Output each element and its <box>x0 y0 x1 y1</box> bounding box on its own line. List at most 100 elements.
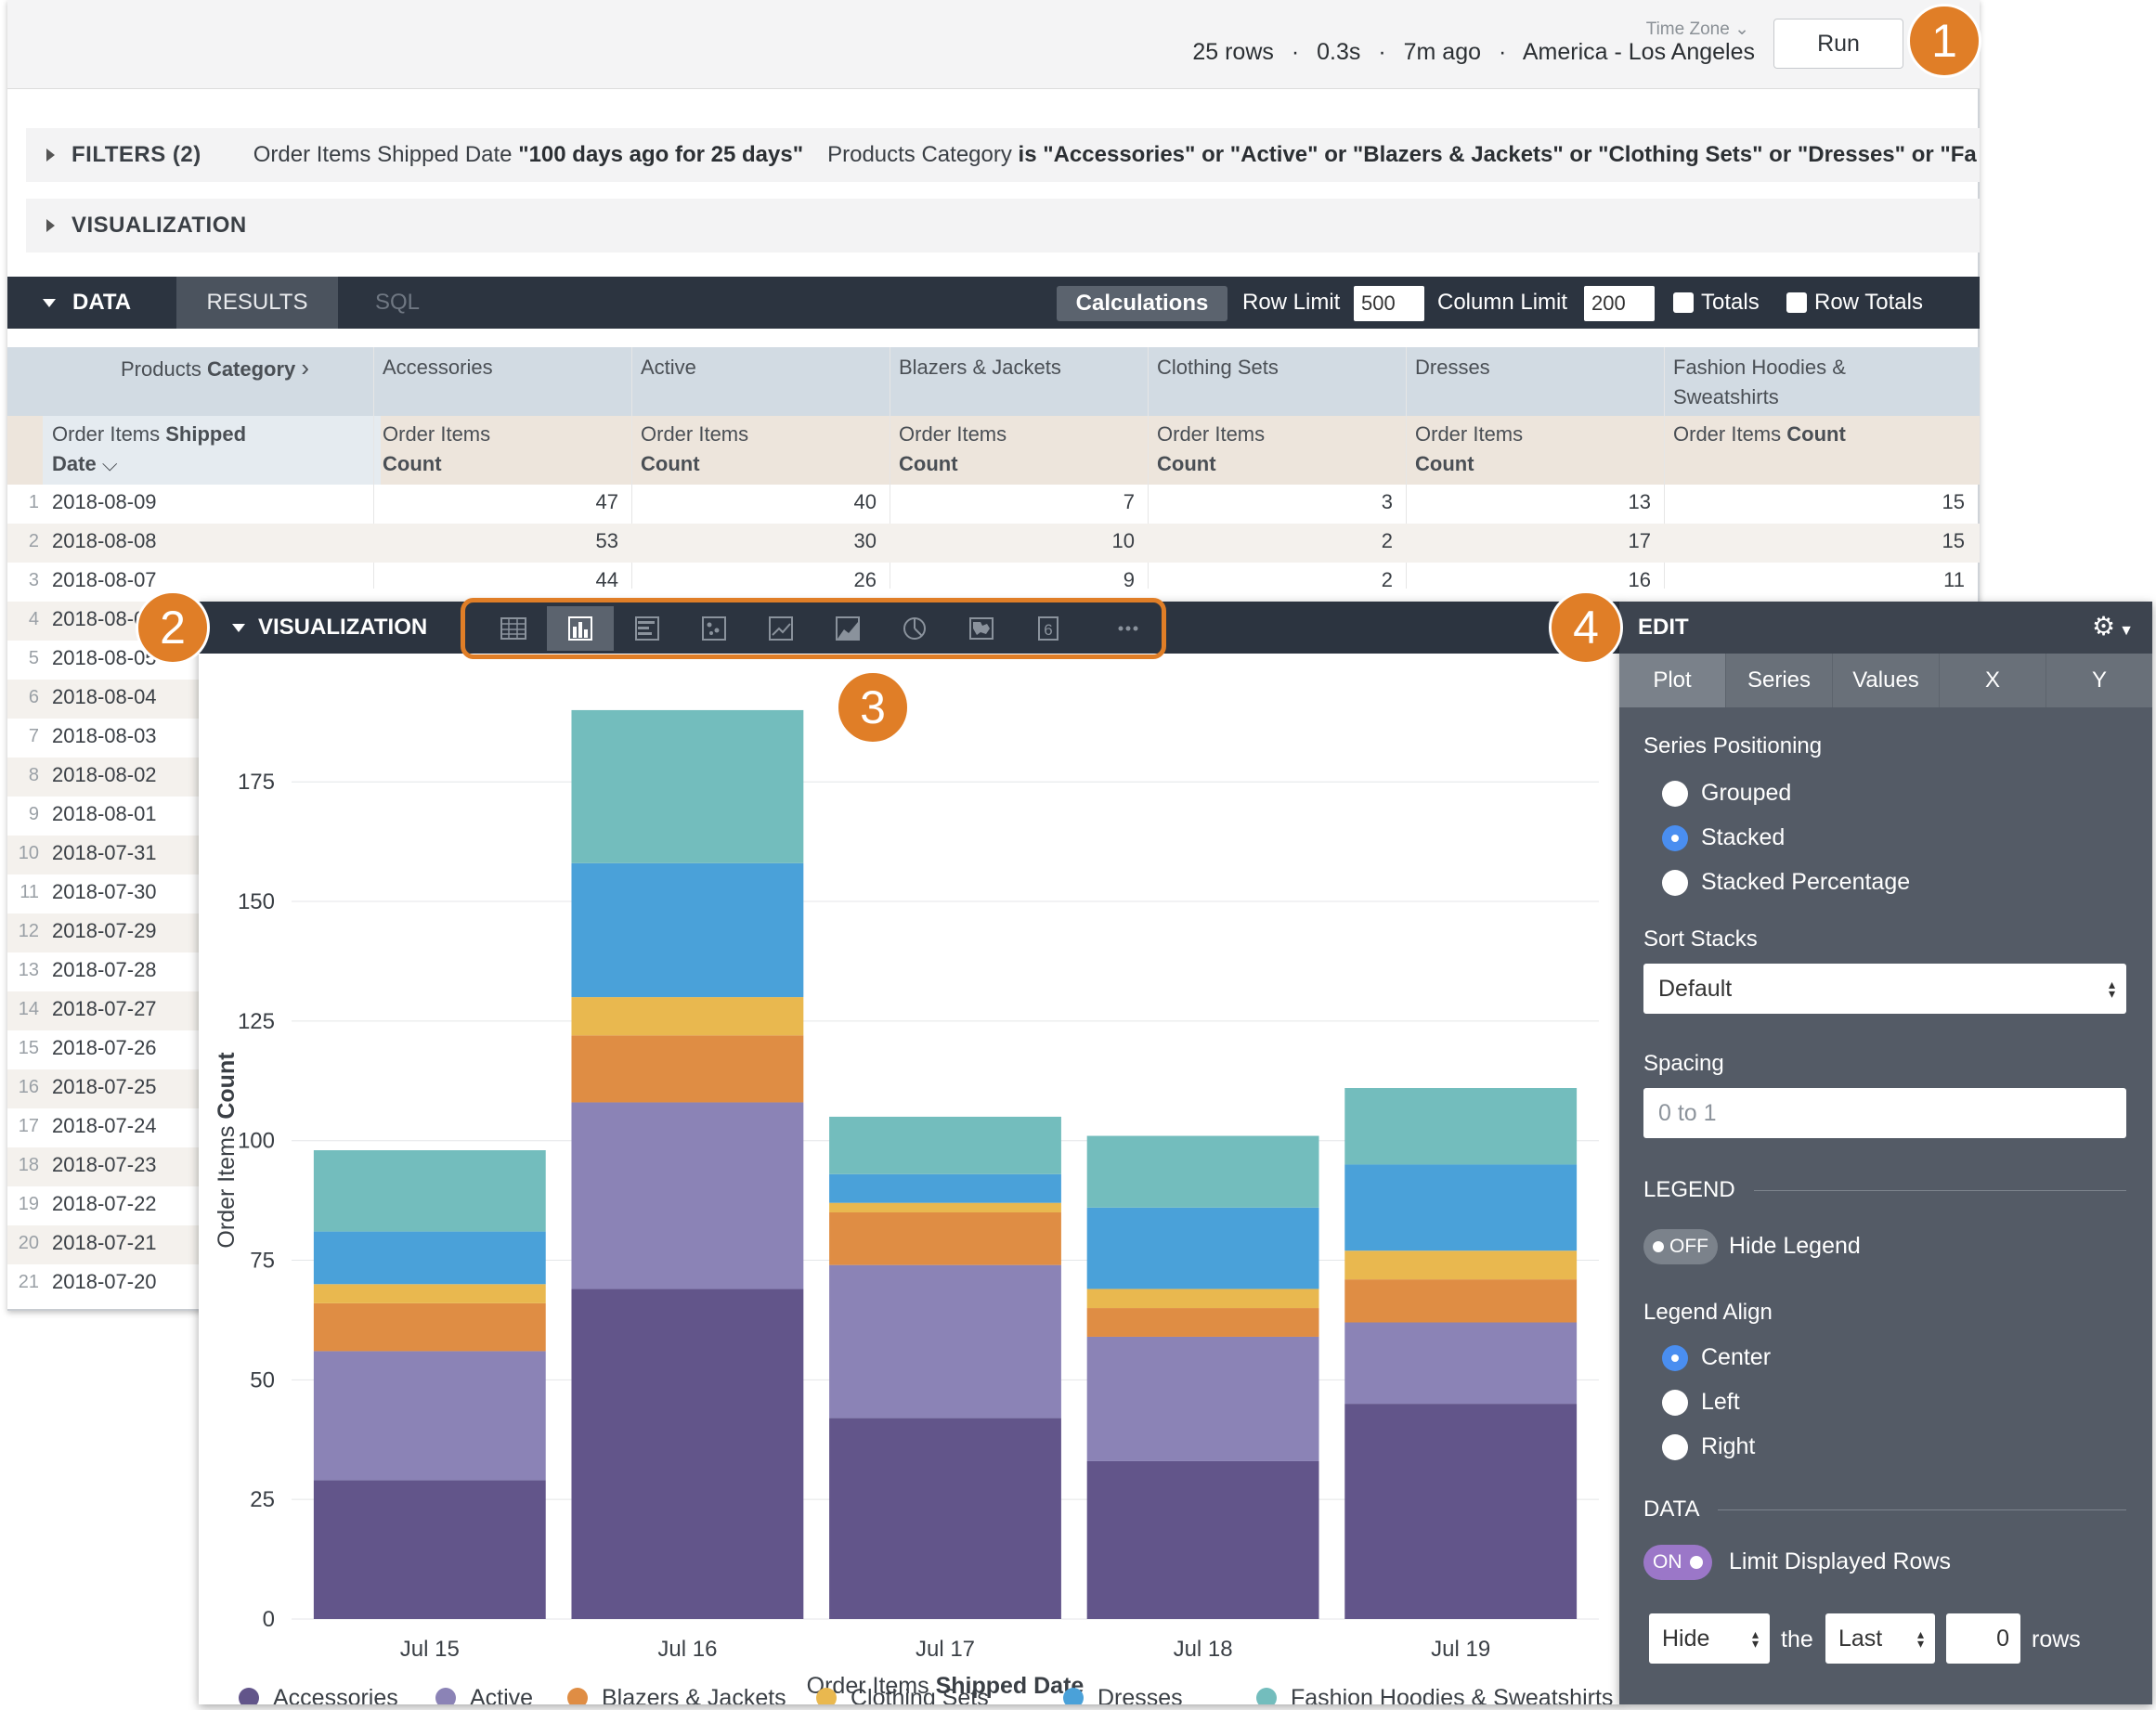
dimension-header[interactable]: Order Items Shipped Date ⌵ <box>52 420 246 479</box>
y-tick-label: 50 <box>250 1367 275 1393</box>
tab-results[interactable]: RESULTS <box>176 277 338 329</box>
tab-values[interactable]: Values <box>1833 654 1940 707</box>
legend-swatch <box>435 1688 456 1704</box>
row-date: 2018-07-26 <box>52 1036 157 1059</box>
y-tick-label: 0 <box>263 1607 275 1632</box>
first-last-select[interactable]: Last ▴ ▾ <box>1825 1613 1935 1664</box>
visualization-toggle[interactable]: VISUALIZATION <box>214 602 427 654</box>
hide-legend-label: Hide Legend <box>1729 1233 1861 1259</box>
column-chart-icon[interactable] <box>547 606 614 651</box>
table-icon[interactable] <box>480 606 547 651</box>
bar-chart-icon[interactable] <box>614 606 681 651</box>
x-tick-label: Jul 18 <box>1174 1637 1233 1662</box>
step-badge-1: 1 <box>1907 4 1981 78</box>
spacing-input[interactable]: 0 to 1 <box>1643 1088 2126 1138</box>
filter-2[interactable]: Products Category is "Accessories" or "A… <box>827 142 1977 168</box>
count-cell: 40 <box>853 490 877 513</box>
area-chart-icon[interactable] <box>814 606 881 651</box>
gear-icon[interactable]: ⚙ ▼ <box>2092 611 2134 641</box>
row-number: 9 <box>28 804 39 824</box>
measure-header[interactable]: Order Items Count <box>383 420 490 479</box>
x-tick-label: Jul 17 <box>916 1637 975 1662</box>
filter-1[interactable]: Order Items Shipped Date "100 days ago f… <box>253 142 803 168</box>
pivot-header[interactable]: Products Category › <box>121 353 309 384</box>
the-label: the <box>1781 1626 1813 1652</box>
measure-header[interactable]: Order Items Count <box>641 420 748 479</box>
edit-tabs: Plot Series Values X Y <box>1619 654 2152 707</box>
calculations-button[interactable]: Calculations <box>1057 286 1227 321</box>
tab-plot[interactable]: Plot <box>1619 654 1726 707</box>
count-cell: 11 <box>1943 568 1965 591</box>
measure-header[interactable]: Order Items Count <box>1415 420 1523 479</box>
hide-legend-toggle[interactable]: OFF <box>1643 1229 1718 1264</box>
bar-segment <box>1344 1404 1578 1619</box>
pie-chart-icon[interactable] <box>881 606 948 651</box>
hide-show-select[interactable]: Hide ▴ ▾ <box>1649 1613 1770 1664</box>
bar-segment <box>313 1231 546 1285</box>
measure-header[interactable]: Order Items Count <box>1673 420 1846 449</box>
tab-series[interactable]: Series <box>1726 654 1833 707</box>
bar-segment <box>1344 1088 1578 1165</box>
bar-segment <box>313 1480 546 1619</box>
radio-grouped[interactable]: Grouped <box>1662 780 1791 807</box>
category-header[interactable]: Blazers & Jackets <box>899 353 1061 382</box>
legend-swatch <box>239 1688 259 1704</box>
row-totals-checkbox[interactable] <box>1786 292 1807 313</box>
table-row: 3 2018-08-07 44 26 9 2 16 11 <box>7 563 1980 602</box>
x-tick-label: Jul 15 <box>400 1637 460 1662</box>
totals-checkbox[interactable] <box>1673 292 1694 313</box>
filters-section[interactable]: FILTERS (2) Order Items Shipped Date "10… <box>26 128 1980 182</box>
radio-left[interactable]: Left <box>1662 1389 1740 1416</box>
row-number: 20 <box>18 1233 39 1253</box>
scatter-icon[interactable] <box>681 606 747 651</box>
timezone-dropdown-label[interactable]: Time Zone ⌄ <box>1646 19 1749 40</box>
tab-x[interactable]: X <box>1940 654 2046 707</box>
count-cell: 17 <box>1628 529 1651 552</box>
measure-header[interactable]: Order Items Count <box>1157 420 1265 479</box>
row-date: 2018-08-05 <box>52 646 157 669</box>
single-value-icon[interactable]: 6 <box>1015 606 1082 651</box>
bar-segment <box>829 1202 1061 1212</box>
bar-segment <box>571 1035 804 1103</box>
caret-down-icon <box>43 298 56 307</box>
column-limit-input[interactable]: 200 <box>1584 286 1655 321</box>
radio-center[interactable]: Center <box>1662 1344 1771 1371</box>
limit-rows-label: Limit Displayed Rows <box>1729 1548 1951 1574</box>
rows-count-input[interactable]: 0 <box>1946 1613 2020 1664</box>
map-icon[interactable] <box>948 606 1015 651</box>
sort-stacks-select[interactable]: Default ▴ ▾ <box>1643 964 2126 1014</box>
bar-segment <box>1086 1460 1319 1619</box>
category-header[interactable]: Clothing Sets <box>1157 353 1279 382</box>
y-tick-label: 100 <box>238 1129 275 1154</box>
count-cell: 15 <box>1942 490 1965 513</box>
radio-stacked-percentage[interactable]: Stacked Percentage <box>1662 869 1910 896</box>
tab-y[interactable]: Y <box>2046 654 2152 707</box>
column-limit-label: Column Limit <box>1437 290 1568 315</box>
row-date: 2018-07-31 <box>52 841 157 864</box>
row-date: 2018-07-24 <box>52 1114 157 1137</box>
tab-sql[interactable]: SQL <box>375 277 420 329</box>
bar-segment <box>571 997 804 1036</box>
line-chart-icon[interactable] <box>747 606 814 651</box>
category-header[interactable]: Active <box>641 353 696 382</box>
visualization-section-collapsed[interactable]: VISUALIZATION <box>26 199 1980 253</box>
run-button[interactable]: Run <box>1773 19 1903 69</box>
category-header[interactable]: Dresses <box>1415 353 1490 382</box>
radio-stacked[interactable]: Stacked <box>1662 824 1785 851</box>
step-badge-2: 2 <box>136 590 210 665</box>
category-header[interactable]: Accessories <box>383 353 493 382</box>
data-section-toggle[interactable]: DATA <box>33 277 131 329</box>
stacked-column-chart: 0 25 50 75 100 125 150 175 Jul 15 Jul 16 Jul 17 Jul… <box>214 709 1613 1704</box>
timezone-value[interactable]: America - Los Angeles <box>1523 39 1755 65</box>
limit-rows-toggle[interactable]: ON <box>1643 1545 1712 1580</box>
row-limit-input[interactable]: 500 <box>1354 286 1424 321</box>
radio-right[interactable]: Right <box>1662 1433 1755 1460</box>
bar-segment <box>1086 1135 1319 1208</box>
bar-segment <box>1086 1308 1319 1337</box>
visualization-panel: VISUALIZATION 6 0 25 50 75 100 125 150 175 Jul 1… <box>199 598 1621 1704</box>
category-header[interactable]: Fashion Hoodies & Sweatshirts <box>1673 353 1877 412</box>
query-time: 0.3s <box>1317 39 1361 65</box>
more-icon[interactable] <box>1095 606 1162 651</box>
row-number: 15 <box>18 1038 39 1058</box>
measure-header[interactable]: Order Items Count <box>899 420 1007 479</box>
